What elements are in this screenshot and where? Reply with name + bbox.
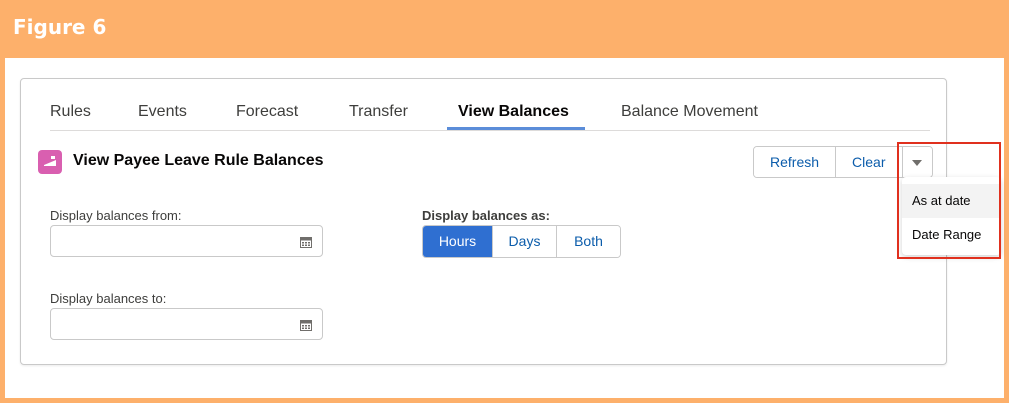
tab-forecast[interactable]: Forecast: [236, 103, 298, 121]
tab-view-balances[interactable]: View Balances: [458, 103, 569, 121]
leave-rule-icon: [38, 150, 62, 174]
active-tab-indicator: [447, 127, 585, 130]
tab-transfer[interactable]: Transfer: [349, 103, 408, 121]
tab-rules[interactable]: Rules: [50, 103, 91, 121]
figure-header: Figure 6: [0, 0, 1009, 58]
tab-bar: Rules Events Forecast Transfer View Bala…: [50, 97, 930, 131]
to-date-input[interactable]: [51, 309, 281, 339]
menu-item-date-range[interactable]: Date Range: [902, 218, 1001, 252]
clear-button[interactable]: Clear: [835, 147, 902, 177]
actions-button-group: Refresh Clear: [753, 146, 933, 178]
panel-title: View Payee Leave Rule Balances: [73, 152, 324, 169]
days-option[interactable]: Days: [492, 226, 556, 257]
hours-option[interactable]: Hours: [423, 226, 492, 257]
display-as-label: Display balances as:: [422, 208, 550, 223]
from-label: Display balances from:: [50, 208, 182, 223]
balances-card: Rules Events Forecast Transfer View Bala…: [20, 78, 947, 365]
display-as-toggle-group: Hours Days Both: [422, 225, 621, 258]
figure-title: Figure 6: [13, 15, 107, 39]
calendar-icon[interactable]: [300, 235, 312, 253]
actions-dropdown-menu: As at date Date Range: [902, 177, 1001, 255]
to-label: Display balances to:: [50, 291, 167, 306]
both-option[interactable]: Both: [556, 226, 620, 257]
menu-item-as-at-date[interactable]: As at date: [902, 184, 1001, 218]
from-date-input[interactable]: [51, 226, 281, 256]
from-date-field[interactable]: [50, 225, 323, 257]
calendar-icon[interactable]: [300, 318, 312, 336]
chevron-down-icon: [912, 147, 922, 177]
refresh-button[interactable]: Refresh: [754, 147, 836, 177]
tab-events[interactable]: Events: [138, 103, 187, 121]
tab-balance-movement[interactable]: Balance Movement: [621, 103, 758, 121]
more-actions-button[interactable]: [901, 147, 932, 177]
to-date-field[interactable]: [50, 308, 323, 340]
